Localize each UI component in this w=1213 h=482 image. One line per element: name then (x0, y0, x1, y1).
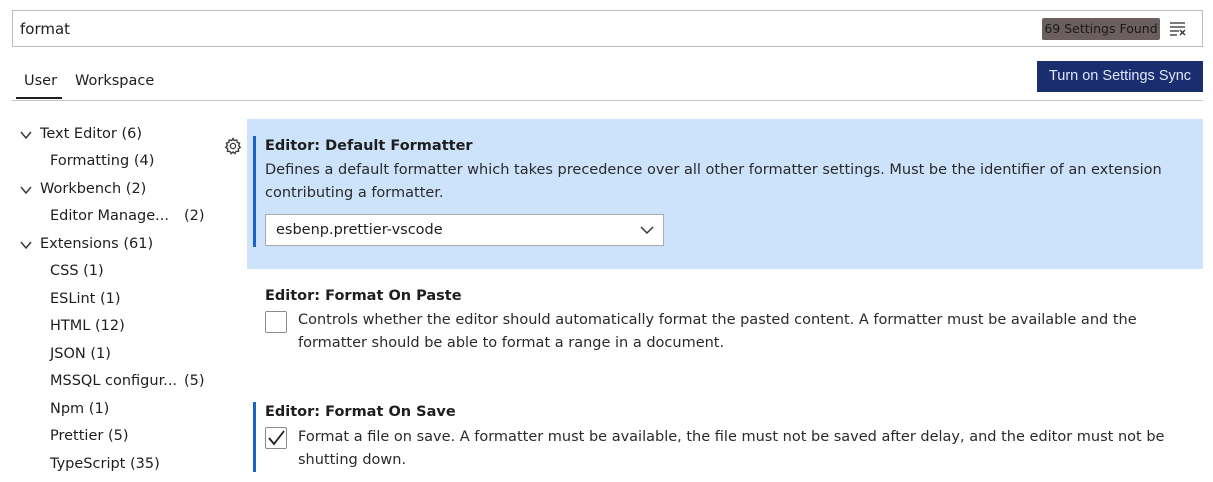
toc-item-typescript[interactable]: TypeScript (35) (50, 456, 160, 472)
setting-description: contributing a formatter. (265, 185, 444, 201)
clear-filter-icon[interactable] (1168, 19, 1188, 39)
toc-item-count: (5) (184, 373, 205, 389)
results-count-badge: 69 Settings Found (1042, 18, 1160, 40)
chevron-down-icon (640, 226, 654, 235)
toc-item-json[interactable]: JSON (1) (50, 346, 111, 362)
toc-item-text-editor[interactable]: Text Editor (6) (40, 126, 142, 142)
setting-description: Controls whether the editor should autom… (298, 312, 1137, 328)
setting-title: Editor: Default Formatter (265, 138, 473, 154)
toc-item-workbench[interactable]: Workbench (2) (40, 181, 146, 197)
focus-indicator-bar (253, 136, 256, 247)
setting-description: Defines a default formatter which takes … (265, 162, 1162, 178)
checkmark-icon (268, 430, 285, 446)
tab-user[interactable]: User (24, 73, 57, 89)
setting-title: Editor: Format On Paste (265, 288, 462, 304)
turn-on-settings-sync-button[interactable]: Turn on Settings Sync (1037, 61, 1203, 92)
toc-item-eslint[interactable]: ESLint (1) (50, 291, 121, 307)
search-input[interactable]: format (20, 20, 70, 38)
modified-indicator-bar (253, 402, 256, 472)
format-on-save-checkbox[interactable] (265, 427, 287, 449)
toc-item-extensions[interactable]: Extensions (61) (40, 236, 153, 252)
chevron-down-icon[interactable] (20, 240, 32, 250)
default-formatter-select[interactable]: esbenp.prettier-vscode (265, 214, 664, 246)
toc-item-count: (2) (184, 208, 205, 224)
setting-description: shutting down. (298, 452, 407, 468)
tab-workspace[interactable]: Workspace (75, 73, 154, 89)
chevron-down-icon[interactable] (20, 130, 32, 140)
toc-item-editor-management[interactable]: Editor Manage... (50, 208, 169, 224)
setting-description: Format a file on save. A formatter must … (298, 429, 1165, 445)
settings-search-box[interactable]: format 69 Settings Found (12, 10, 1203, 47)
toc-item-html[interactable]: HTML (12) (50, 318, 125, 334)
active-tab-indicator (16, 97, 62, 99)
chevron-down-icon[interactable] (20, 185, 32, 195)
gear-icon[interactable] (224, 137, 242, 155)
toc-item-prettier[interactable]: Prettier (5) (50, 428, 128, 444)
setting-description: formatter should be able to format a ran… (298, 335, 725, 351)
format-on-paste-checkbox[interactable] (265, 311, 287, 333)
toc-item-npm[interactable]: Npm (1) (50, 401, 109, 417)
select-value: esbenp.prettier-vscode (276, 222, 443, 238)
toc-item-css[interactable]: CSS (1) (50, 263, 104, 279)
setting-title: Editor: Format On Save (265, 404, 456, 420)
toc-item-mssql[interactable]: MSSQL configur... (50, 373, 177, 389)
tabs-divider (12, 100, 1203, 101)
toc-item-formatting[interactable]: Formatting (4) (50, 153, 154, 169)
